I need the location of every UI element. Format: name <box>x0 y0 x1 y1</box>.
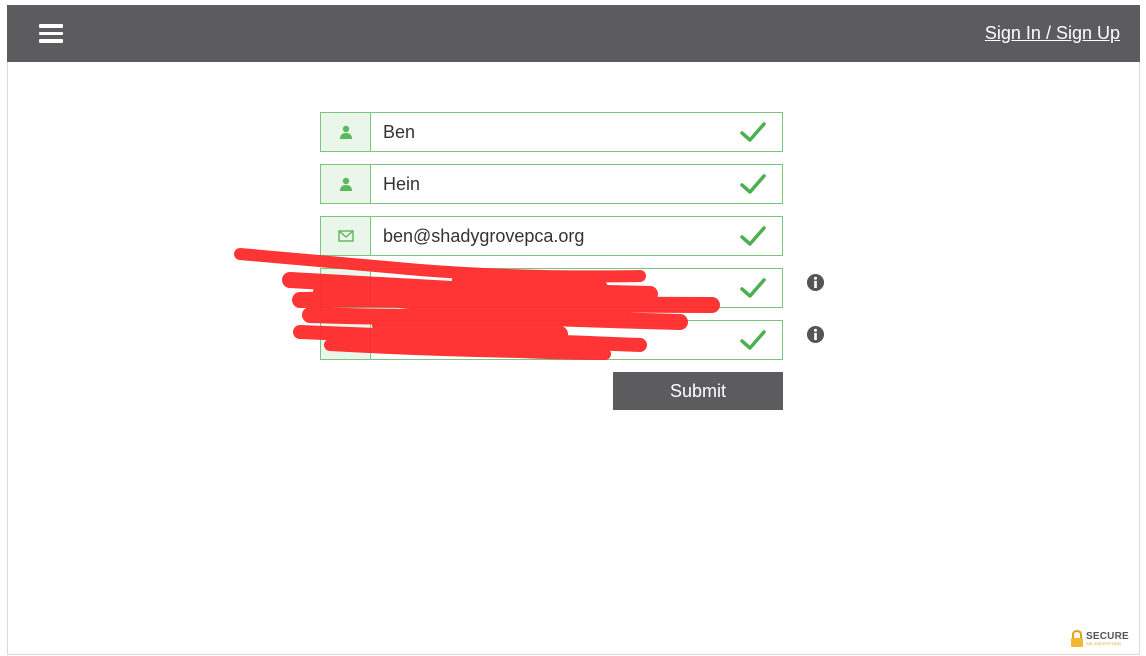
password-field[interactable] <box>320 268 783 308</box>
user-icon <box>321 165 371 203</box>
email-value[interactable]: ben@shadygrovepca.org <box>383 226 584 247</box>
info-icon[interactable] <box>806 325 825 344</box>
last-name-field[interactable]: Hein <box>320 164 783 204</box>
first-name-field[interactable]: Ben <box>320 112 783 152</box>
menu-icon[interactable] <box>39 24 63 43</box>
checkmark-icon <box>740 174 766 194</box>
confirm-password-field[interactable] <box>320 320 783 360</box>
secure-sublabel: SSL ENCRYPTION <box>1086 641 1121 646</box>
lock-icon <box>1071 630 1083 647</box>
checkmark-icon <box>740 330 766 350</box>
user-icon <box>321 113 371 151</box>
checkmark-icon <box>740 226 766 246</box>
top-navbar: Sign In / Sign Up <box>7 5 1140 62</box>
envelope-icon <box>321 217 371 255</box>
sign-in-link[interactable]: Sign In / Sign Up <box>985 23 1120 44</box>
submit-button[interactable]: Submit <box>613 372 783 410</box>
checkmark-icon <box>740 278 766 298</box>
secure-badge: SECURE SSL ENCRYPTION <box>1070 629 1129 649</box>
last-name-value[interactable]: Hein <box>383 174 420 195</box>
email-field[interactable]: ben@shadygrovepca.org <box>320 216 783 256</box>
info-icon[interactable] <box>806 273 825 292</box>
lock-icon <box>321 269 371 307</box>
first-name-value[interactable]: Ben <box>383 122 415 143</box>
lock-icon <box>321 321 371 359</box>
checkmark-icon <box>740 122 766 142</box>
